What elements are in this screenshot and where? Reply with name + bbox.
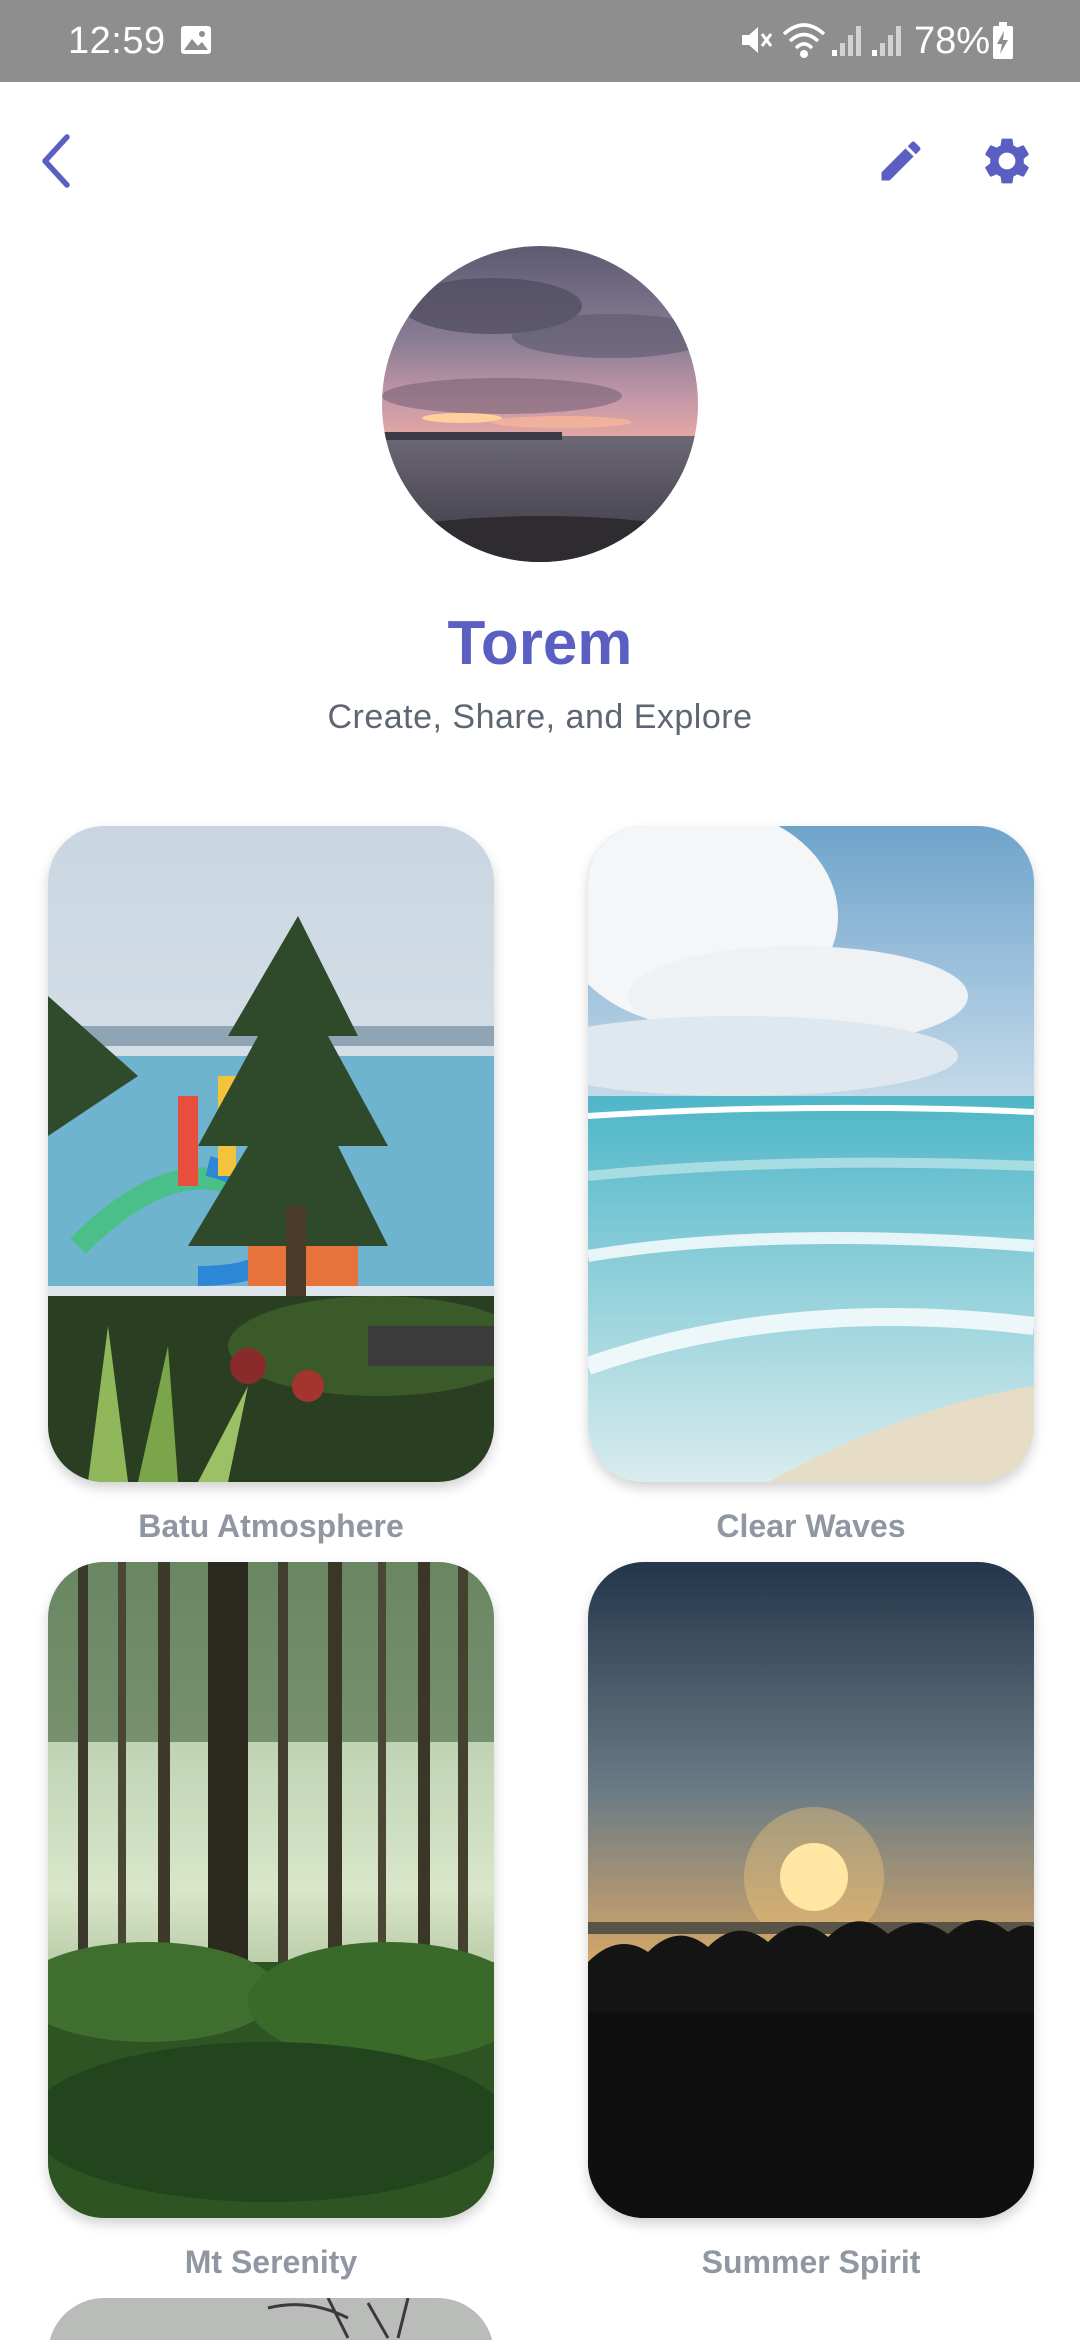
gallery-card-title: Summer Spirit	[701, 2244, 921, 2280]
wifi-icon	[782, 20, 826, 65]
battery-charging-icon	[992, 22, 1014, 65]
gallery-card[interactable]: Clear Waves	[588, 826, 1034, 1548]
edit-button[interactable]	[856, 118, 946, 208]
status-time: 12:59	[68, 20, 166, 62]
gallery-card[interactable]: Mt Serenity	[48, 1562, 494, 2284]
avatar[interactable]	[382, 246, 698, 562]
gallery-card-title: Clear Waves	[716, 1508, 906, 1544]
signal-icon	[830, 24, 862, 63]
settings-button[interactable]	[962, 118, 1052, 208]
gallery-card[interactable]: Summer Spirit	[588, 1562, 1034, 2284]
gallery-card-image	[588, 826, 1034, 1482]
chevron-left-icon	[37, 133, 77, 194]
screen: 12:59 78% Torem Create, Share, and Explo…	[0, 0, 1080, 2340]
gallery-card-title: Mt Serenity	[184, 2244, 358, 2280]
avatar-sunset-image	[382, 246, 698, 562]
profile-name: Torem	[447, 609, 633, 678]
gallery-card-image	[48, 826, 494, 1482]
back-button[interactable]	[12, 118, 102, 208]
signal-icon	[870, 24, 902, 63]
battery-percentage: 78%	[914, 20, 991, 62]
gear-icon	[979, 133, 1035, 194]
pencil-icon	[875, 135, 927, 192]
gallery-card[interactable]: Batu Atmosphere	[48, 826, 494, 1548]
gallery-card[interactable]	[48, 2298, 494, 2340]
gallery-card-title: Batu Atmosphere	[138, 1508, 404, 1544]
mute-icon	[738, 22, 774, 63]
image-icon	[180, 25, 212, 60]
gallery-card-image	[48, 1562, 494, 2218]
profile-tagline: Create, Share, and Explore	[327, 698, 753, 736]
gallery-card-image	[588, 1562, 1034, 2218]
status-bar: 12:59 78%	[0, 0, 1080, 82]
gallery-card-image	[48, 2298, 494, 2340]
